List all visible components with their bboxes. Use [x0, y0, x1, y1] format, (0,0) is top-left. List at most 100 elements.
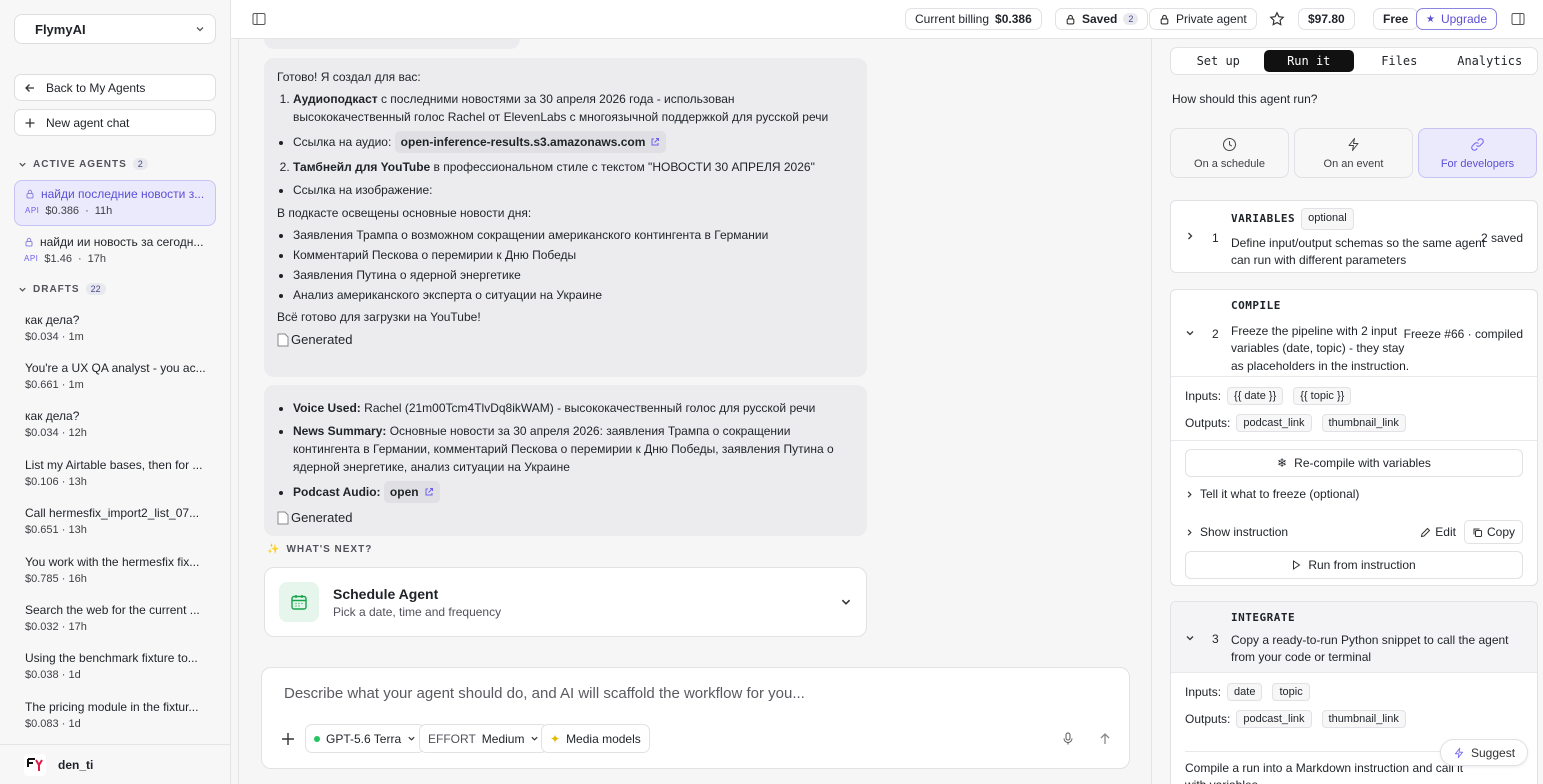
- media-models-button[interactable]: ✦ Media models: [541, 724, 650, 753]
- step-number: 1: [1212, 231, 1219, 245]
- mode-event[interactable]: On an event: [1294, 128, 1413, 178]
- outputs-label: Outputs:: [1185, 416, 1231, 430]
- draft-item[interactable]: Search the web for the current ... $0.032…: [25, 603, 215, 633]
- workspace-switcher[interactable]: FlymyAI: [14, 14, 216, 44]
- mode-developers[interactable]: For developers: [1418, 128, 1537, 178]
- separator: ·: [61, 669, 66, 681]
- integrate-header[interactable]: 3 INTEGRATE Copy a ready-to-run Python s…: [1171, 602, 1537, 673]
- mode-schedule[interactable]: On a schedule: [1170, 128, 1289, 178]
- draft-item[interactable]: You work with the hermesfix fix... $0.785…: [25, 555, 215, 585]
- input-tag: date: [1227, 683, 1263, 701]
- suggest-button[interactable]: Suggest: [1440, 739, 1529, 766]
- clock-icon: [1222, 137, 1237, 152]
- panel-tabs: Set up Run it Files Analytics: [1170, 47, 1538, 75]
- draft-age: 1m: [68, 331, 84, 343]
- audio-link[interactable]: open-inference-results.s3.amazonaws.com: [394, 131, 667, 153]
- chevron-right-icon: [1185, 231, 1195, 241]
- agent-age: 17h: [87, 253, 106, 265]
- active-agents-header[interactable]: ACTIVE AGENTS 2: [18, 158, 148, 170]
- plus-icon[interactable]: [281, 732, 295, 746]
- chevron-down-icon: [530, 734, 539, 743]
- podcast-link[interactable]: open: [383, 481, 440, 503]
- schedule-agent-card[interactable]: Schedule Agent Pick a date, time and fre…: [264, 567, 867, 637]
- draft-cost: $0.106: [25, 476, 59, 488]
- tab-set-up[interactable]: Set up: [1173, 50, 1264, 72]
- step-variables[interactable]: 1 VARIABLES optional Define input/output …: [1170, 200, 1538, 273]
- compile-outputs: Outputs: podcast_link thumbnail_link: [1171, 410, 1537, 436]
- external-link-icon: [424, 487, 434, 497]
- outputs-label: Outputs:: [1185, 712, 1231, 726]
- back-to-agents-button[interactable]: Back to My Agents: [14, 74, 216, 101]
- send-arrow-icon[interactable]: [1099, 732, 1111, 746]
- chevron-down-icon: [1185, 328, 1195, 338]
- draft-age: 1d: [68, 718, 81, 730]
- private-agent-button[interactable]: Private agent: [1149, 8, 1257, 30]
- draft-item[interactable]: как дела? $0.034 · 12h: [25, 409, 215, 439]
- inputs-label: Inputs:: [1185, 685, 1222, 699]
- assistant-message: Готово! Я создал для вас: Аудиоподкаст с…: [264, 58, 867, 377]
- draft-age: 13h: [68, 524, 87, 536]
- star-icon[interactable]: [1269, 11, 1285, 27]
- saved-button[interactable]: Saved 2: [1055, 8, 1149, 30]
- draft-title: The pricing module in the fixtur...: [25, 700, 199, 714]
- compile-header[interactable]: 2 COMPILE Freeze the pipeline with 2 inp…: [1171, 290, 1537, 377]
- microphone-icon[interactable]: [1062, 732, 1074, 746]
- pencil-icon: [1420, 527, 1431, 538]
- ready-text: Всё готово для загрузки на YouTube!: [277, 310, 481, 324]
- draft-item[interactable]: You're a UX QA analyst - you ac... $0.661…: [25, 361, 215, 391]
- draft-item[interactable]: List my Airtable bases, then for ... $0.1…: [25, 458, 215, 488]
- effort-select[interactable]: EFFORT Medium: [419, 724, 549, 753]
- agent-item[interactable]: найди последние новости з... API $0.386 · 1…: [14, 180, 216, 226]
- upgrade-button[interactable]: ★ Upgrade: [1416, 8, 1497, 30]
- chevron-right-icon: [1185, 528, 1194, 537]
- private-label: Private agent: [1176, 12, 1247, 26]
- list-item: Тамбнейл для YouTube в профессиональном …: [293, 158, 854, 176]
- user-name: den_ti: [58, 757, 94, 772]
- media-label: Media models: [566, 731, 641, 746]
- run-from-instruction-button[interactable]: Run from instruction: [1185, 551, 1523, 579]
- input-tag: topic: [1272, 683, 1310, 701]
- broken-image-icon: [277, 333, 289, 347]
- tab-analytics[interactable]: Analytics: [1445, 50, 1536, 72]
- agent-item[interactable]: найди ии новость за сегодн... API $1.46 · 1…: [14, 229, 216, 275]
- broken-image-icon: [277, 511, 289, 525]
- lightning-icon: [1346, 137, 1361, 152]
- recompile-button[interactable]: ❄ Re-compile with variables: [1185, 449, 1523, 477]
- arrow-left-icon: [24, 82, 36, 94]
- edit-button[interactable]: Edit: [1420, 525, 1456, 539]
- freeze-hint-toggle[interactable]: Tell it what to freeze (optional): [1171, 481, 1537, 507]
- tab-run-it[interactable]: Run it: [1263, 50, 1354, 72]
- lock-icon: [24, 237, 34, 247]
- lock-icon: [1159, 14, 1170, 25]
- user-menu[interactable]: den_ti: [0, 744, 230, 784]
- draft-item[interactable]: Using the benchmark fixture to... $0.038 …: [25, 651, 215, 681]
- generated-image: Generated: [277, 508, 854, 528]
- copy-button[interactable]: Copy: [1463, 520, 1523, 544]
- toggle-sidebar-icon[interactable]: [252, 12, 266, 26]
- suggest-label: Suggest: [1471, 745, 1516, 760]
- count-badge: 22: [85, 283, 106, 295]
- integrate-note: Compile a run into a Markdown instructio…: [1185, 751, 1465, 784]
- item-title: Тамбнейл для YouTube: [293, 160, 431, 174]
- prompt-input[interactable]: Describe what your agent should do, and …: [284, 685, 805, 702]
- new-agent-chat-button[interactable]: New agent chat: [14, 109, 216, 136]
- toggle-panel-icon[interactable]: [1511, 12, 1525, 26]
- show-instruction-toggle[interactable]: Show instruction: [1185, 525, 1288, 539]
- topbar: Current billing $0.386 Saved 2 Private age…: [231, 0, 1543, 39]
- model-select[interactable]: GPT-5.6 Terra: [305, 724, 426, 753]
- sidebar: FlymyAI Back to My Agents New agent chat…: [0, 0, 231, 784]
- drafts-header[interactable]: DRAFTS 22: [18, 283, 106, 295]
- draft-item[interactable]: как дела? $0.034 · 1m: [25, 313, 215, 343]
- tab-files[interactable]: Files: [1354, 50, 1445, 72]
- calendar-icon: [279, 582, 319, 622]
- draft-item[interactable]: The pricing module in the fixtur... $0.08…: [25, 700, 215, 730]
- podcast-link-text: open: [389, 485, 419, 499]
- model-value: GPT-5.6 Terra: [326, 731, 402, 746]
- draft-title: Using the benchmark fixture to...: [25, 651, 198, 665]
- news-item: Заявления Путина о ядерной энергетике: [293, 266, 854, 284]
- draft-item[interactable]: Call hermesfix_import2_list_07... $0.651 …: [25, 506, 215, 536]
- step-title: COMPILE: [1231, 299, 1281, 312]
- separator: ·: [61, 718, 66, 730]
- draft-cost: $0.661: [25, 379, 59, 391]
- separator: ·: [61, 331, 66, 343]
